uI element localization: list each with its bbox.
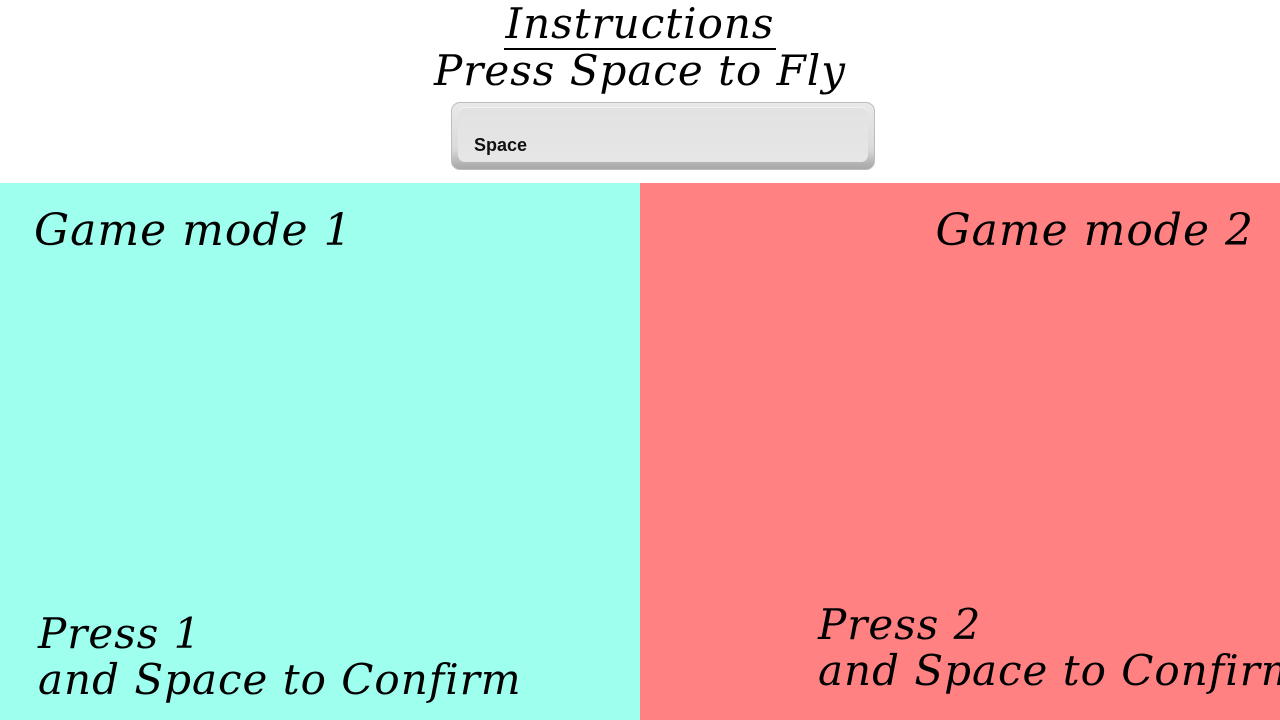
- instructions-title-text: Instructions: [503, 0, 777, 50]
- instructions-header: Instructions Press Space to Fly Space: [0, 0, 1280, 183]
- game-screen: Instructions Press Space to Fly Space Ga…: [0, 0, 1280, 720]
- instructions-subtitle: Press Space to Fly: [434, 46, 846, 95]
- game-mode-1-instructions: Press 1 and Space to Confirm: [38, 611, 522, 703]
- game-mode-1-confirm-line: and Space to Confirm: [38, 655, 522, 704]
- space-key-graphic[interactable]: Space: [451, 102, 875, 170]
- game-mode-2-instructions: Press 2 and Space to Confirm: [818, 602, 1280, 694]
- game-mode-2-confirm-line: and Space to Confirm: [818, 646, 1280, 695]
- space-key-label: Space: [474, 135, 528, 155]
- game-mode-1-press-line: Press 1: [38, 609, 202, 658]
- game-mode-2-panel[interactable]: Game mode 2 Press 2 and Space to Confirm: [640, 183, 1280, 720]
- game-mode-1-panel[interactable]: Game mode 1 Press 1 and Space to Confirm: [0, 183, 640, 720]
- game-mode-1-title: Game mode 1: [34, 205, 353, 256]
- game-mode-2-title: Game mode 2: [935, 205, 1254, 256]
- instructions-title: Instructions: [0, 0, 1280, 50]
- game-mode-2-press-line: Press 2: [818, 600, 982, 649]
